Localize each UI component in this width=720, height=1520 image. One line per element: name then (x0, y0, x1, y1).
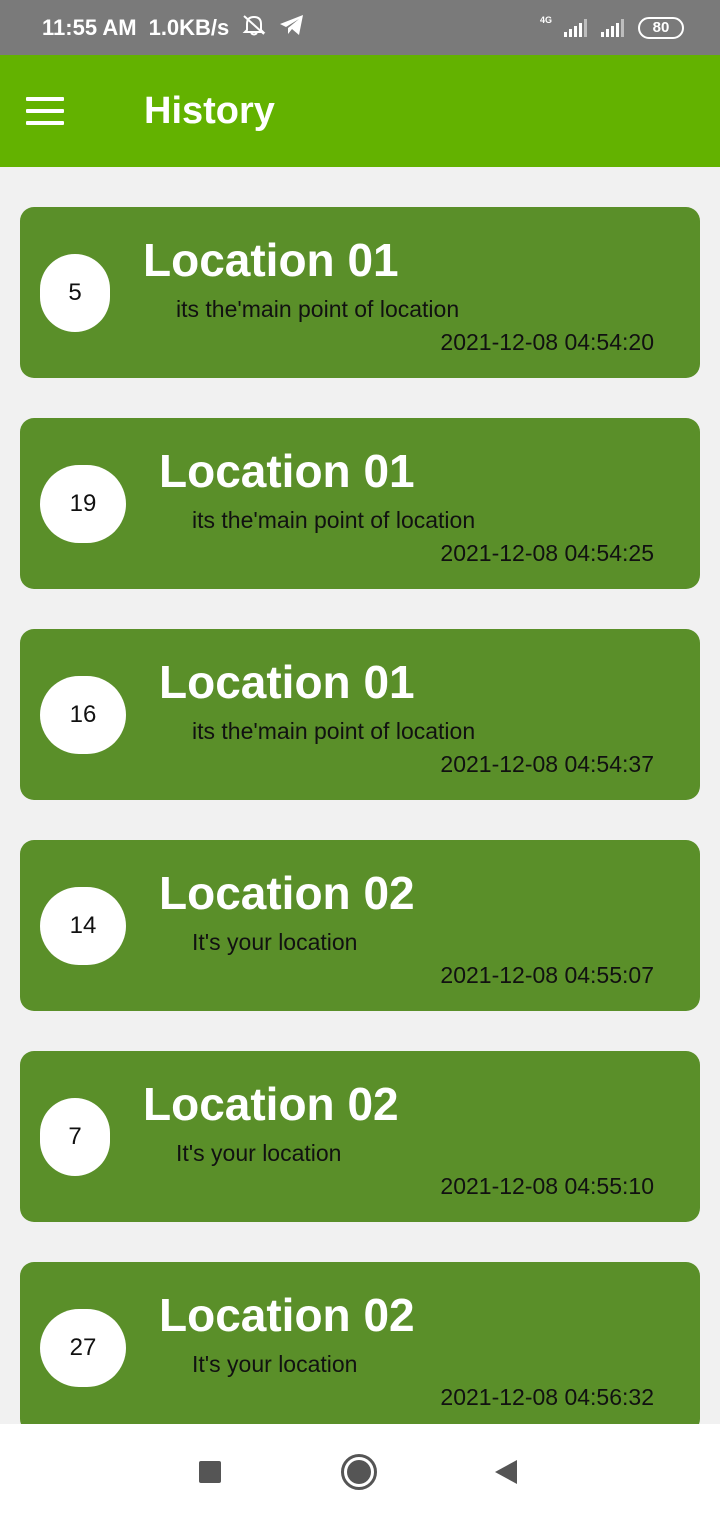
location-description: its the'main point of location (192, 507, 476, 533)
telegram-icon (279, 14, 305, 42)
location-description: It's your location (176, 1140, 342, 1166)
location-description: its the'main point of location (192, 718, 476, 744)
signal-icon (564, 18, 587, 37)
mute-icon (241, 13, 267, 43)
count-badge: 16 (40, 676, 126, 754)
history-card[interactable]: 19 Location 01 its the'main point of loc… (20, 418, 700, 589)
back-triangle-icon[interactable] (486, 1452, 526, 1492)
count-badge: 5 (40, 254, 110, 332)
timestamp: 2021-12-08 04:54:37 (440, 751, 654, 777)
location-title: Location 02 (159, 1289, 415, 1341)
history-card[interactable]: 14 Location 02 It's your location 2021-1… (20, 840, 700, 1011)
location-title: Location 01 (159, 656, 415, 708)
history-card[interactable]: 7 Location 02 It's your location 2021-12… (20, 1051, 700, 1222)
location-title: Location 01 (143, 234, 399, 286)
recents-square-icon[interactable] (190, 1452, 230, 1492)
status-network-speed: 1.0KB/s (148, 14, 230, 40)
count-badge: 7 (40, 1098, 110, 1176)
timestamp: 2021-12-08 04:55:10 (440, 1173, 654, 1199)
location-title: Location 02 (159, 867, 415, 919)
timestamp: 2021-12-08 04:56:32 (440, 1384, 654, 1410)
history-list: 5 Location 01 its the'main point of loca… (20, 207, 700, 1473)
network-type-label: 4G (539, 14, 552, 25)
home-circle-icon[interactable] (339, 1452, 379, 1492)
status-time: 11:55 AM (42, 14, 137, 40)
timestamp: 2021-12-08 04:55:07 (440, 962, 654, 988)
hamburger-menu-icon[interactable] (26, 97, 64, 125)
battery-icon: 80 (638, 16, 684, 39)
location-title: Location 01 (159, 445, 415, 497)
history-card[interactable]: 27 Location 02 It's your location 2021-1… (20, 1262, 700, 1433)
history-card[interactable]: 16 Location 01 its the'main point of loc… (20, 629, 700, 800)
count-badge: 27 (40, 1309, 126, 1387)
location-title: Location 02 (143, 1078, 399, 1130)
signal-icon (601, 18, 624, 37)
timestamp: 2021-12-08 04:54:25 (440, 540, 654, 566)
count-badge: 14 (40, 887, 126, 965)
count-badge: 19 (40, 465, 126, 543)
system-nav-bar (0, 1424, 720, 1520)
history-card[interactable]: 5 Location 01 its the'main point of loca… (20, 207, 700, 378)
location-description: It's your location (192, 1351, 358, 1377)
timestamp: 2021-12-08 04:54:20 (440, 329, 654, 355)
page-title: History (144, 89, 275, 132)
location-description: its the'main point of location (176, 296, 460, 322)
location-description: It's your location (192, 929, 358, 955)
battery-level: 80 (652, 19, 670, 36)
status-bar: 11:55 AM 1.0KB/s 4G 80 (0, 0, 720, 55)
status-right: 4G 80 (539, 14, 684, 39)
app-bar: History (0, 55, 720, 167)
status-left: 11:55 AM 1.0KB/s (42, 13, 305, 43)
